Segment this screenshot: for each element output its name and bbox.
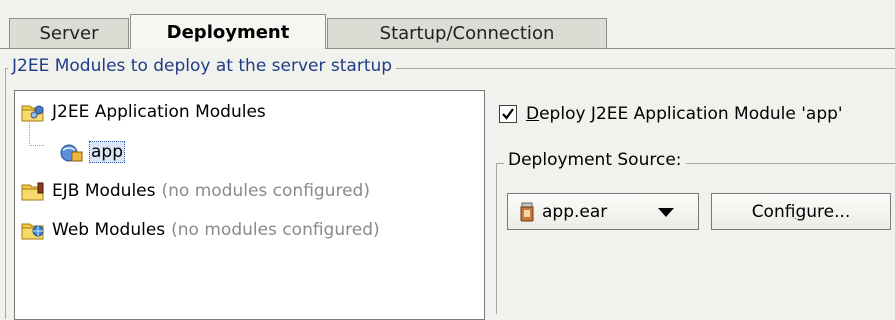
deploy-module-checkbox-row[interactable]: Deploy J2EE Application Module 'app' <box>499 104 843 124</box>
deployment-source-combobox[interactable]: app.ear <box>507 193 699 230</box>
tree-item-label: EJB Modules <box>52 181 156 201</box>
chevron-down-icon[interactable] <box>658 208 674 217</box>
tab-deployment[interactable]: Deployment <box>130 14 326 49</box>
jar-archive-icon <box>520 202 534 222</box>
tree-item-label: J2EE Application Modules <box>52 102 266 122</box>
deploy-module-checkbox[interactable] <box>499 105 517 123</box>
checkmark-icon <box>502 108 514 120</box>
tree-connector-line <box>29 121 44 146</box>
tab-startup-connection-label: Startup/Connection <box>379 23 555 44</box>
deployment-source-groupbox <box>496 163 895 314</box>
configure-label: Configure... <box>752 202 851 222</box>
enterprise-app-icon <box>58 141 84 163</box>
tab-deployment-label: Deployment <box>166 21 290 43</box>
tab-server-label: Server <box>39 23 99 44</box>
tree-item-app-label: app <box>89 141 125 163</box>
modules-group-legend: J2EE Modules to deploy at the server sta… <box>8 56 397 76</box>
deploy-module-label: Deploy J2EE Application Module 'app' <box>526 104 843 124</box>
modules-tree[interactable]: J2EE Application Modules app EJB Modules… <box>14 90 485 320</box>
configure-label-post: ure... <box>806 201 851 222</box>
tree-item-ejb-modules[interactable]: EJB Modules (no modules configured) <box>21 178 370 204</box>
deployment-source-value: app.ear <box>542 201 608 222</box>
tree-item-app[interactable]: app <box>58 139 125 165</box>
tree-item-j2ee-app-modules[interactable]: J2EE Application Modules <box>21 99 266 125</box>
configure-label-pre: Confi <box>751 201 796 222</box>
configure-button[interactable]: Configure... <box>711 193 891 230</box>
deploy-mnemonic: D <box>526 104 540 124</box>
tree-item-note: (no modules configured) <box>161 181 370 201</box>
tab-server[interactable]: Server <box>9 18 129 48</box>
folder-web-icon <box>21 219 47 241</box>
folder-modules-icon <box>21 101 47 123</box>
tab-startup-connection[interactable]: Startup/Connection <box>327 18 607 48</box>
tree-item-label: Web Modules <box>52 220 166 240</box>
folder-ejb-icon <box>21 180 47 202</box>
deploy-label-rest: eploy J2EE Application Module 'app' <box>539 104 843 124</box>
configure-mnemonic: g <box>795 201 807 222</box>
tab-active-gap <box>131 48 325 50</box>
tree-item-note: (no modules configured) <box>171 220 380 240</box>
tree-item-web-modules[interactable]: Web Modules (no modules configured) <box>21 217 380 243</box>
deployment-source-legend: Deployment Source: <box>504 150 686 170</box>
